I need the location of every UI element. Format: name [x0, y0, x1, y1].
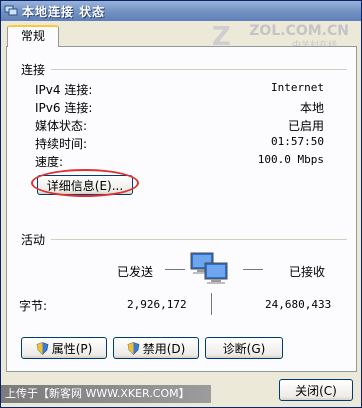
ipv4-value: Internet — [271, 81, 324, 94]
shield-icon — [127, 341, 140, 355]
upload-watermark: 上传于【新客网 WWW.XKER.COM】 — [1, 385, 211, 403]
close-button[interactable]: 关闭(C) — [279, 379, 353, 401]
close-button-label: 关闭(C) — [295, 383, 337, 398]
activity-section-title: 活动 — [21, 233, 46, 247]
ipv4-label: IPv4 连接: — [35, 83, 93, 97]
tab-general-label: 常规 — [20, 29, 45, 43]
watermark-brand: ZOL.COM.CN — [249, 23, 349, 39]
duration-value: 01:57:50 — [271, 135, 324, 148]
received-label: 已接收 — [289, 265, 326, 279]
sent-label: 已发送 — [117, 265, 154, 279]
received-connector-line — [243, 269, 263, 270]
ipv6-value: 本地 — [299, 101, 324, 115]
speed-value: 100.0 Mbps — [257, 153, 324, 166]
connection-section-title: 连接 — [21, 63, 46, 77]
highlight-ellipse — [31, 169, 139, 197]
status-window: 本地连接 状态 Z ZOL.COM.CN 中关村在线 常规 连接 IPv4 连接… — [0, 0, 362, 408]
bytes-sent: 2,926,172 — [127, 298, 187, 311]
diagnose-button-label: 诊断(G) — [222, 341, 266, 356]
title-bar[interactable]: 本地连接 状态 — [1, 1, 361, 21]
network-computers-icon — [189, 249, 233, 291]
activity-divider — [51, 239, 347, 240]
center-divider — [211, 293, 212, 315]
disable-button[interactable]: 禁用(D) — [113, 337, 199, 359]
duration-label: 持续时间: — [35, 137, 88, 151]
window-title: 本地连接 状态 — [22, 4, 106, 19]
network-connection-icon — [4, 5, 18, 17]
ipv6-label: IPv6 连接: — [35, 101, 93, 115]
speed-label: 速度: — [35, 155, 64, 169]
bytes-label: 字节: — [19, 299, 48, 313]
media-state-value: 已启用 — [287, 119, 324, 133]
general-panel: 连接 IPv4 连接: Internet IPv6 连接: 本地 媒体状态: 已… — [6, 46, 357, 372]
media-state-label: 媒体状态: — [35, 119, 88, 133]
sent-connector-line — [165, 269, 185, 270]
disable-button-label: 禁用(D) — [142, 341, 186, 356]
connection-divider — [51, 69, 347, 70]
properties-button-label: 属性(P) — [51, 341, 93, 356]
shield-icon — [36, 341, 49, 355]
diagnose-button[interactable]: 诊断(G) — [205, 337, 283, 359]
bytes-received: 24,680,433 — [265, 298, 332, 311]
tab-general[interactable]: 常规 — [7, 25, 59, 47]
properties-button[interactable]: 属性(P) — [21, 337, 107, 359]
